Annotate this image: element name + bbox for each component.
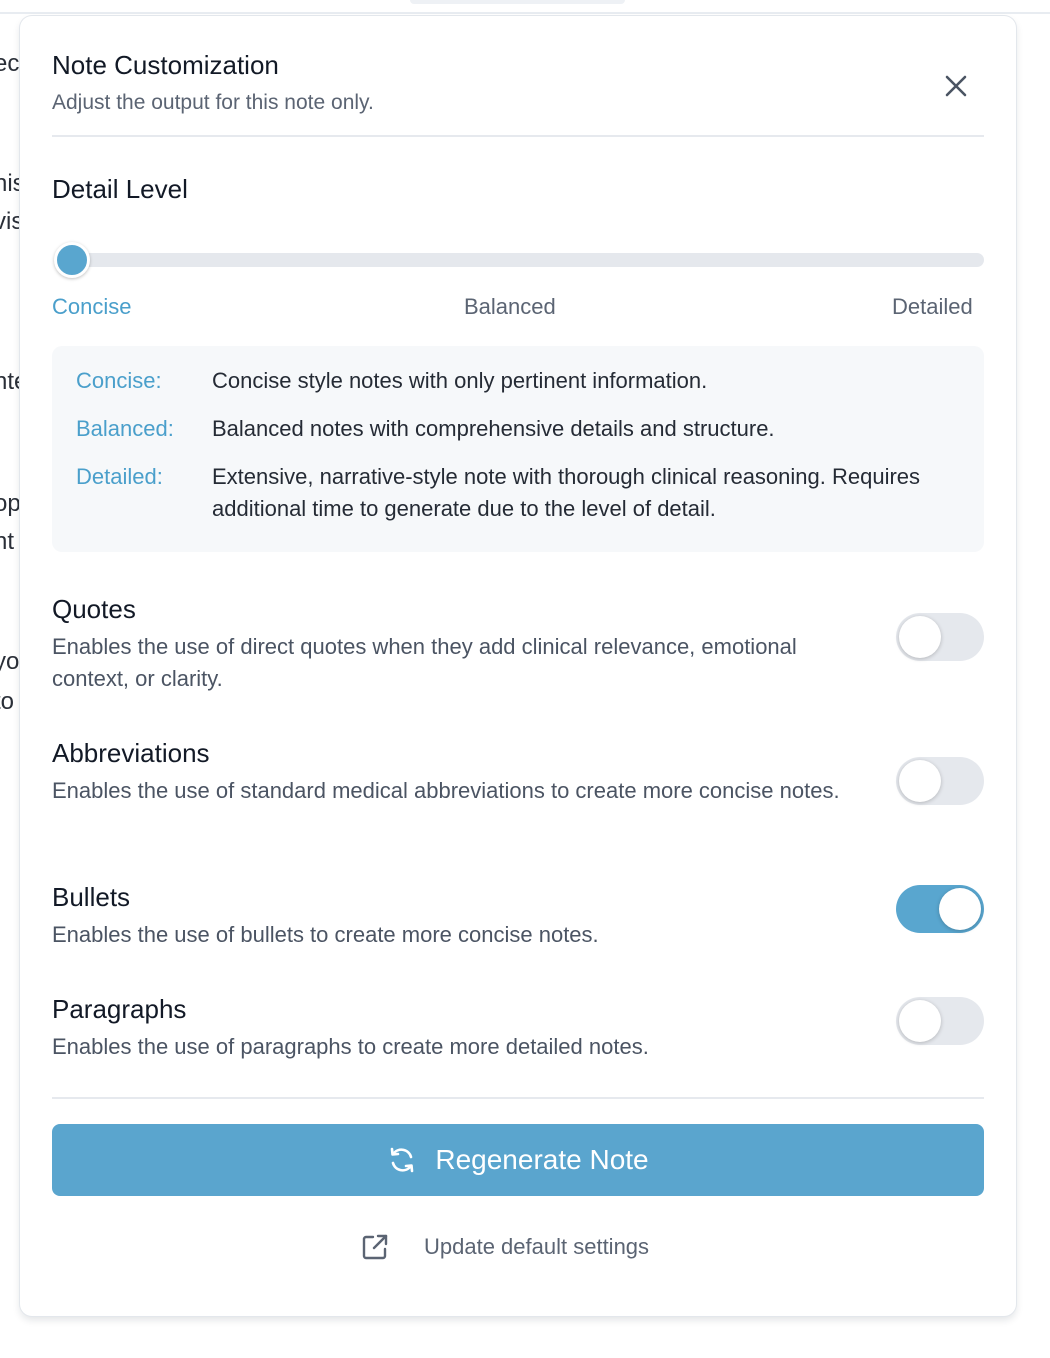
note-customization-panel: Note Customization Adjust the output for… bbox=[20, 16, 1016, 1316]
option-description: Enables the use of bullets to create mor… bbox=[52, 922, 599, 947]
option-bullets: Bullets Enables the use of bullets to cr… bbox=[52, 882, 984, 951]
option-paragraphs: Paragraphs Enables the use of paragraphs… bbox=[52, 994, 984, 1063]
bullets-toggle[interactable] bbox=[896, 885, 984, 933]
option-abbreviations: Abbreviations Enables the use of standar… bbox=[52, 738, 984, 807]
description-key: Balanced: bbox=[76, 416, 174, 441]
detail-level-slider-thumb[interactable] bbox=[54, 242, 90, 278]
slider-option-concise[interactable]: Concise bbox=[52, 294, 131, 320]
quotes-toggle[interactable] bbox=[896, 613, 984, 661]
background-text-fragment: ec bbox=[0, 50, 20, 77]
description-row: Concise: Concise style notes with only p… bbox=[76, 368, 966, 394]
slider-option-balanced[interactable]: Balanced bbox=[464, 294, 556, 320]
background-text-fragment: op bbox=[0, 490, 21, 517]
paragraphs-toggle[interactable] bbox=[896, 997, 984, 1045]
toggle-knob bbox=[899, 1000, 941, 1042]
option-quotes: Quotes Enables the use of direct quotes … bbox=[52, 594, 984, 695]
description-text: Extensive, narrative-style note with tho… bbox=[212, 464, 921, 521]
option-description: Enables the use of paragraphs to create … bbox=[52, 1034, 649, 1059]
toggle-knob bbox=[939, 888, 981, 930]
panel-title: Note Customization bbox=[52, 50, 279, 80]
panel-subtitle: Adjust the output for this note only. bbox=[52, 91, 374, 114]
option-title: Bullets bbox=[52, 882, 131, 912]
detail-level-descriptions: Concise: Concise style notes with only p… bbox=[52, 346, 984, 552]
detail-level-label: Detail Level bbox=[52, 174, 188, 204]
update-default-settings-label: Update default settings bbox=[424, 1234, 650, 1259]
footer-divider bbox=[52, 1097, 984, 1099]
background-text-fragment: yo bbox=[0, 648, 20, 675]
header-divider bbox=[52, 135, 984, 137]
close-icon bbox=[945, 75, 967, 97]
description-key: Detailed: bbox=[76, 464, 163, 489]
external-link-icon bbox=[362, 1234, 388, 1260]
regenerate-note-button[interactable]: Regenerate Note bbox=[52, 1124, 984, 1196]
option-title: Abbreviations bbox=[52, 738, 210, 768]
slider-option-detailed[interactable]: Detailed bbox=[892, 294, 973, 320]
background-tab-pill bbox=[410, 0, 625, 4]
option-title: Paragraphs bbox=[52, 994, 187, 1024]
toggle-knob bbox=[899, 760, 941, 802]
abbreviations-toggle[interactable] bbox=[896, 757, 984, 805]
toggle-knob bbox=[899, 616, 941, 658]
refresh-icon bbox=[391, 1147, 414, 1173]
panel-header: Note Customization Adjust the output for… bbox=[52, 50, 984, 115]
regenerate-note-label: Regenerate Note bbox=[435, 1144, 649, 1175]
close-button[interactable] bbox=[944, 74, 968, 98]
update-default-settings-link[interactable]: Update default settings bbox=[360, 1232, 649, 1262]
detail-level-slider-track[interactable] bbox=[56, 253, 984, 267]
description-key: Concise: bbox=[76, 368, 162, 393]
option-title: Quotes bbox=[52, 594, 136, 624]
option-description: Enables the use of direct quotes when th… bbox=[52, 634, 797, 691]
option-description: Enables the use of standard medical abbr… bbox=[52, 778, 840, 803]
background-text-fragment: to bbox=[0, 688, 15, 715]
description-text: Concise style notes with only pertinent … bbox=[212, 368, 708, 393]
description-row: Detailed: Extensive, narrative-style not… bbox=[76, 464, 966, 525]
background-text-fragment: nt bbox=[0, 528, 15, 555]
description-text: Balanced notes with comprehensive detail… bbox=[212, 416, 775, 441]
description-row: Balanced: Balanced notes with comprehens… bbox=[76, 416, 966, 442]
